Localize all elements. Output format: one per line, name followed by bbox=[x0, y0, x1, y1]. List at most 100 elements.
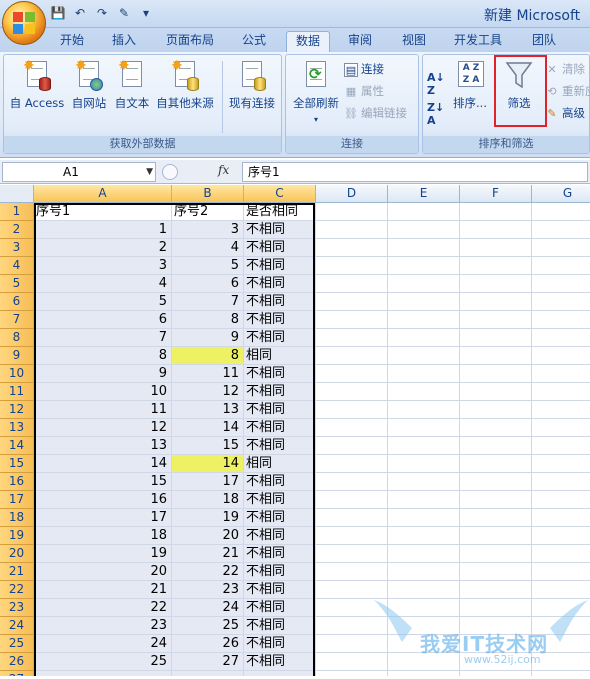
cell-b[interactable]: 14 bbox=[172, 455, 244, 473]
empty-cell[interactable] bbox=[388, 563, 460, 581]
empty-cell[interactable] bbox=[460, 491, 532, 509]
empty-cell[interactable] bbox=[388, 653, 460, 671]
empty-cell[interactable] bbox=[460, 347, 532, 365]
row-header[interactable]: 16 bbox=[0, 473, 34, 491]
empty-cell[interactable] bbox=[460, 401, 532, 419]
cell-c[interactable]: 不相同 bbox=[244, 635, 316, 653]
empty-cell[interactable] bbox=[316, 617, 388, 635]
empty-cell[interactable] bbox=[388, 527, 460, 545]
empty-cell[interactable] bbox=[316, 635, 388, 653]
existing-connections-button[interactable]: 现有连接 bbox=[224, 59, 280, 111]
tab-formulas[interactable]: 公式 bbox=[240, 31, 268, 52]
cell-a[interactable]: 13 bbox=[34, 437, 172, 455]
empty-cell[interactable] bbox=[460, 257, 532, 275]
cell-b[interactable]: 7 bbox=[172, 293, 244, 311]
cell-c[interactable]: 不相同 bbox=[244, 617, 316, 635]
from-text-button[interactable]: ✸ 自文本 bbox=[112, 59, 152, 111]
cell-b[interactable]: 14 bbox=[172, 419, 244, 437]
cell-c[interactable]: 不相同 bbox=[244, 401, 316, 419]
cell-b[interactable]: 序号2 bbox=[172, 203, 244, 221]
empty-cell[interactable] bbox=[388, 293, 460, 311]
cell-a[interactable]: 25 bbox=[34, 653, 172, 671]
cell-c[interactable]: 不相同 bbox=[244, 473, 316, 491]
empty-cell[interactable] bbox=[532, 473, 590, 491]
cell-a[interactable]: 23 bbox=[34, 617, 172, 635]
empty-cell[interactable] bbox=[316, 563, 388, 581]
row-header[interactable]: 12 bbox=[0, 401, 34, 419]
empty-cell[interactable] bbox=[316, 491, 388, 509]
cell-b[interactable]: 18 bbox=[172, 491, 244, 509]
row-header[interactable]: 23 bbox=[0, 599, 34, 617]
row-header[interactable]: 14 bbox=[0, 437, 34, 455]
cell-b[interactable]: 5 bbox=[172, 257, 244, 275]
empty-cell[interactable] bbox=[460, 473, 532, 491]
sort-button[interactable]: A ZZ A 排序... bbox=[449, 59, 491, 111]
cell-b[interactable]: 8 bbox=[172, 347, 244, 365]
row-header[interactable]: 11 bbox=[0, 383, 34, 401]
empty-cell[interactable] bbox=[388, 473, 460, 491]
empty-cell[interactable] bbox=[532, 221, 590, 239]
row-header[interactable]: 15 bbox=[0, 455, 34, 473]
empty-cell[interactable] bbox=[316, 419, 388, 437]
cell-b[interactable]: 23 bbox=[172, 581, 244, 599]
empty-cell[interactable] bbox=[316, 383, 388, 401]
cell-a[interactable]: 1 bbox=[34, 221, 172, 239]
empty-cell[interactable] bbox=[388, 635, 460, 653]
cell-a[interactable]: 7 bbox=[34, 329, 172, 347]
empty-cell[interactable] bbox=[532, 293, 590, 311]
cell-a[interactable]: 17 bbox=[34, 509, 172, 527]
cell-a[interactable]: 9 bbox=[34, 365, 172, 383]
name-box[interactable]: A1 ▼ bbox=[2, 162, 156, 182]
empty-cell[interactable] bbox=[388, 401, 460, 419]
empty-cell[interactable] bbox=[460, 509, 532, 527]
cell-b[interactable]: 15 bbox=[172, 437, 244, 455]
tab-review[interactable]: 审阅 bbox=[346, 31, 374, 52]
cell-c[interactable]: 不相同 bbox=[244, 419, 316, 437]
empty-cell[interactable] bbox=[532, 563, 590, 581]
empty-cell[interactable] bbox=[532, 203, 590, 221]
row-header[interactable]: 7 bbox=[0, 311, 34, 329]
empty-cell[interactable] bbox=[388, 239, 460, 257]
empty-cell[interactable] bbox=[388, 581, 460, 599]
column-header-c[interactable]: C bbox=[244, 185, 316, 203]
cell-c[interactable]: 不相同 bbox=[244, 563, 316, 581]
empty-cell[interactable] bbox=[388, 599, 460, 617]
empty-cell[interactable] bbox=[316, 473, 388, 491]
row-header[interactable]: 20 bbox=[0, 545, 34, 563]
customize-icon[interactable]: ▾ bbox=[138, 5, 154, 21]
empty-cell[interactable] bbox=[316, 581, 388, 599]
empty-cell[interactable] bbox=[532, 365, 590, 383]
empty-cell[interactable] bbox=[388, 617, 460, 635]
empty-cell[interactable] bbox=[388, 545, 460, 563]
cell-b[interactable]: 20 bbox=[172, 527, 244, 545]
empty-cell[interactable] bbox=[388, 455, 460, 473]
empty-cell[interactable] bbox=[460, 275, 532, 293]
from-other-sources-button[interactable]: ✸ 自其他来源 bbox=[152, 59, 218, 111]
empty-cell[interactable] bbox=[532, 581, 590, 599]
cell-a[interactable]: 10 bbox=[34, 383, 172, 401]
cell-a[interactable]: 22 bbox=[34, 599, 172, 617]
cell-a[interactable]: 18 bbox=[34, 527, 172, 545]
tab-view[interactable]: 视图 bbox=[400, 31, 428, 52]
empty-cell[interactable] bbox=[316, 401, 388, 419]
empty-cell[interactable] bbox=[316, 347, 388, 365]
chevron-down-icon[interactable]: ▼ bbox=[146, 163, 153, 181]
cell-b[interactable]: 6 bbox=[172, 275, 244, 293]
cell-c[interactable]: 不相同 bbox=[244, 581, 316, 599]
tab-home[interactable]: 开始 bbox=[58, 31, 86, 52]
empty-cell[interactable] bbox=[460, 545, 532, 563]
empty-cell[interactable] bbox=[532, 329, 590, 347]
column-header-d[interactable]: D bbox=[316, 185, 388, 203]
from-access-button[interactable]: ✸ 自 Access bbox=[8, 59, 66, 111]
cell-b[interactable]: 11 bbox=[172, 365, 244, 383]
column-header-b[interactable]: B bbox=[172, 185, 244, 203]
row-header[interactable]: 5 bbox=[0, 275, 34, 293]
cell-a[interactable]: 19 bbox=[34, 545, 172, 563]
empty-cell[interactable] bbox=[388, 203, 460, 221]
empty-cell[interactable] bbox=[316, 329, 388, 347]
empty-cell[interactable] bbox=[388, 491, 460, 509]
cell-b[interactable]: 26 bbox=[172, 635, 244, 653]
empty-cell[interactable] bbox=[316, 293, 388, 311]
cell-a[interactable]: 8 bbox=[34, 347, 172, 365]
cell-c[interactable]: 不相同 bbox=[244, 311, 316, 329]
